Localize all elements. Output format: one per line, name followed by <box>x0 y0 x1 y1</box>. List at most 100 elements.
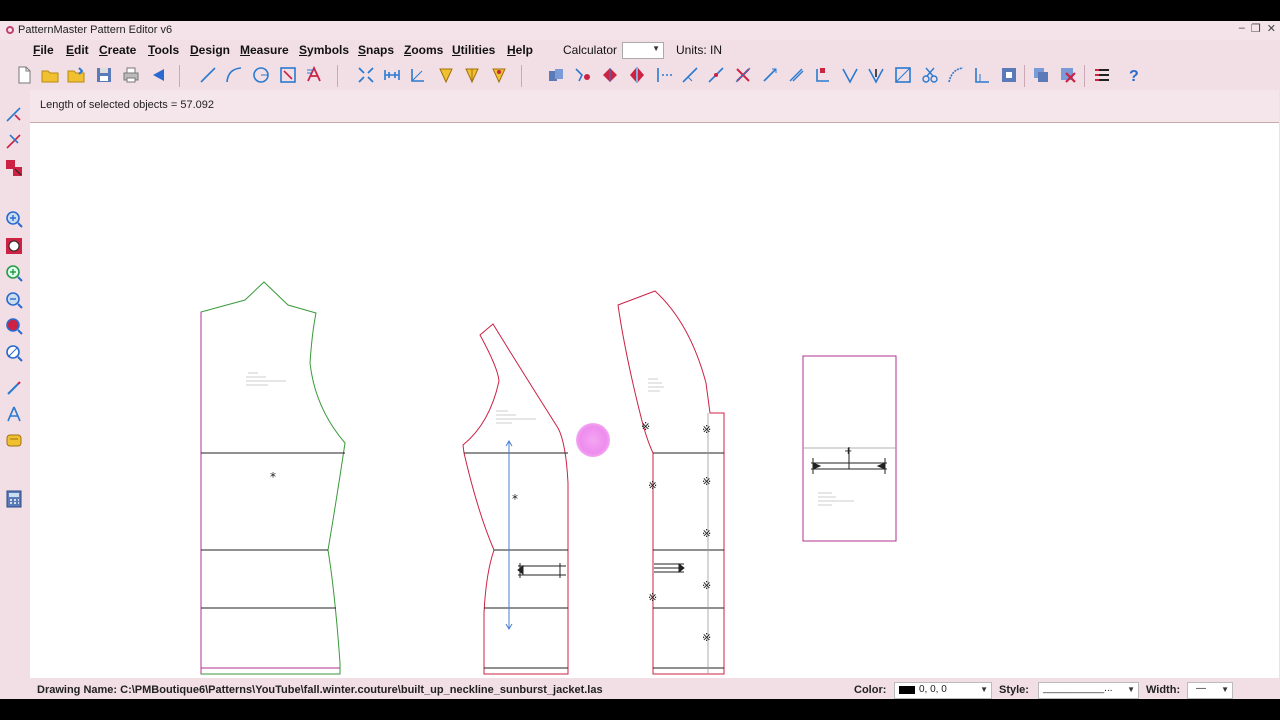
main-toolbar: ? <box>0 61 1280 90</box>
pattern-piece-band[interactable]: + <box>802 355 897 542</box>
open-folder-icon[interactable] <box>40 65 60 85</box>
cut-line-icon[interactable] <box>680 65 700 85</box>
tape-icon[interactable] <box>4 430 24 450</box>
delete-icon[interactable] <box>1058 65 1078 85</box>
pattern-piece-front[interactable]: * <box>200 281 346 675</box>
calculator-dropdown[interactable]: ▼ <box>622 42 664 59</box>
list-icon[interactable] <box>1092 65 1112 85</box>
line-icon[interactable] <box>198 65 218 85</box>
drawing-canvas[interactable]: * * ※ ※ ※ ※ ※ ※ ※ ※ + <box>30 123 1279 678</box>
drawing-name-text: Drawing Name: C:\PMBoutique6\Patterns\Yo… <box>37 684 603 696</box>
layer-icon[interactable] <box>999 65 1019 85</box>
arc-icon[interactable] <box>224 65 244 85</box>
x-mark-icon[interactable] <box>733 65 753 85</box>
circle-icon[interactable] <box>251 65 271 85</box>
dash-line-icon[interactable] <box>654 65 674 85</box>
menu-help[interactable]: Help <box>507 43 533 57</box>
select-red-icon[interactable] <box>4 158 24 178</box>
print-icon[interactable] <box>121 65 141 85</box>
open-folder-2-icon[interactable] <box>66 65 86 85</box>
select-box-icon[interactable] <box>278 65 298 85</box>
grade-icon[interactable] <box>893 65 913 85</box>
notch-icon[interactable] <box>786 65 806 85</box>
select-arrow-2-icon[interactable] <box>4 131 24 151</box>
minimize-button[interactable]: – <box>1239 22 1245 35</box>
toolbar-separator <box>337 65 338 87</box>
svg-text:※: ※ <box>702 631 711 644</box>
zoom-all-icon[interactable] <box>4 343 24 363</box>
menu-measure[interactable]: Measure <box>240 43 289 57</box>
app-logo-icon <box>6 26 14 34</box>
window-title: PatternMaster Pattern Editor v6 <box>18 24 173 36</box>
menu-snaps[interactable]: Snaps <box>358 43 394 57</box>
slash-icon[interactable] <box>760 65 780 85</box>
menu-design[interactable]: Design <box>190 43 230 57</box>
mirror-icon[interactable] <box>573 65 593 85</box>
measure-icon[interactable] <box>382 65 402 85</box>
svg-text:*: * <box>512 492 518 506</box>
back-arrow-icon[interactable] <box>148 65 168 85</box>
pencil-pin-icon[interactable] <box>489 65 509 85</box>
menu-symbols[interactable]: Symbols <box>299 43 349 57</box>
chevron-down-icon: ▼ <box>980 685 988 694</box>
menu-file[interactable]: File <box>33 43 54 57</box>
zoom-red-icon[interactable] <box>4 316 24 336</box>
rotate-icon[interactable] <box>600 65 620 85</box>
dart-2-icon[interactable] <box>840 65 860 85</box>
selected-length-text: Length of selected objects = 57.092 <box>40 99 214 111</box>
new-file-icon[interactable] <box>14 65 34 85</box>
svg-text:?: ? <box>1129 68 1139 85</box>
color-label: Color: <box>854 684 887 696</box>
extend-line-icon[interactable] <box>706 65 726 85</box>
svg-text:※: ※ <box>648 591 657 604</box>
fit-icon[interactable] <box>356 65 376 85</box>
zoom-in-icon[interactable] <box>4 209 24 229</box>
zoom-plus-icon[interactable] <box>4 263 24 283</box>
seam-icon[interactable] <box>866 65 886 85</box>
angle-2-icon[interactable] <box>972 65 992 85</box>
menu-tools[interactable]: Tools <box>148 43 179 57</box>
color-swatch <box>899 686 915 694</box>
menu-edit[interactable]: Edit <box>66 43 89 57</box>
select-arrow-icon[interactable] <box>4 104 24 124</box>
help-icon[interactable]: ? <box>1124 65 1144 85</box>
width-label: Width: <box>1146 684 1181 696</box>
cursor-highlight <box>576 423 610 457</box>
calculator-icon[interactable] <box>4 489 24 509</box>
close-button[interactable]: ✕ <box>1267 22 1276 35</box>
compass-icon[interactable] <box>4 404 24 424</box>
maximize-button[interactable]: ❐ <box>1251 22 1261 35</box>
copy-icon[interactable] <box>546 65 566 85</box>
toolbar-separator <box>179 65 180 87</box>
flip-icon[interactable] <box>627 65 647 85</box>
width-dropdown[interactable]: — ▼ <box>1187 682 1233 699</box>
menu-zooms[interactable]: Zooms <box>404 43 443 57</box>
pencil-yellow-icon[interactable] <box>436 65 456 85</box>
pencil-icon[interactable] <box>4 378 24 398</box>
menu-create[interactable]: Create <box>99 43 136 57</box>
curve-icon[interactable] <box>946 65 966 85</box>
width-value: — <box>1196 683 1206 694</box>
style-label: Style: <box>999 684 1029 696</box>
pattern-piece-side-front[interactable]: * <box>462 323 569 675</box>
pencil-yellow-2-icon[interactable] <box>462 65 482 85</box>
svg-text:※: ※ <box>702 579 711 592</box>
zoom-minus-icon[interactable] <box>4 290 24 310</box>
units-label: Units: IN <box>676 43 723 57</box>
toolbar-separator <box>1084 65 1085 87</box>
menu-utilities[interactable]: Utilities <box>452 43 495 57</box>
text-icon[interactable] <box>304 65 324 85</box>
style-dropdown[interactable]: ___________... ▼ <box>1038 682 1139 699</box>
scissors-icon[interactable] <box>920 65 940 85</box>
zoom-box-icon[interactable] <box>4 236 24 256</box>
pattern-piece-side-back[interactable]: ※ ※ ※ ※ ※ ※ ※ ※ <box>617 290 725 675</box>
chevron-down-icon: ▼ <box>1127 685 1135 694</box>
toolbar-separator <box>521 65 522 87</box>
color-dropdown[interactable]: 0, 0, 0 ▼ <box>894 682 992 699</box>
stack-icon[interactable] <box>1031 65 1051 85</box>
angle-icon[interactable] <box>408 65 428 85</box>
svg-text:*: * <box>270 470 276 484</box>
dart-icon[interactable] <box>813 65 833 85</box>
left-toolbar <box>0 90 29 681</box>
save-icon[interactable] <box>94 65 114 85</box>
